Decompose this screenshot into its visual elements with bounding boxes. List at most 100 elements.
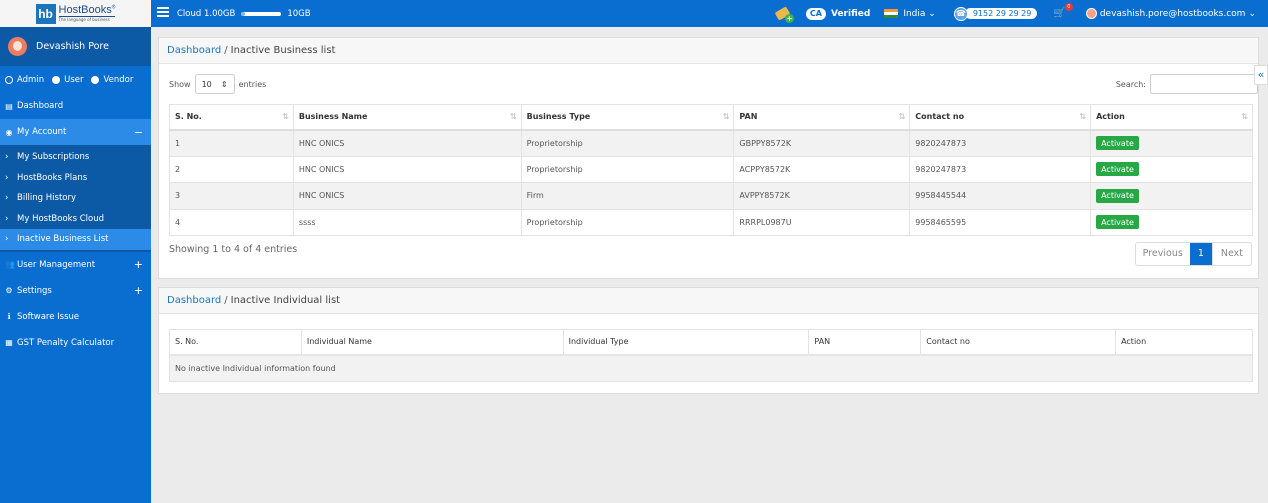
country-dropdown[interactable]: India ⌄ xyxy=(903,9,936,19)
my-account-submenu: › My Subscriptions › HostBooks Plans › Bill… xyxy=(0,145,151,252)
dashboard-icon: ▤ xyxy=(5,101,13,111)
column-header-pan[interactable]: PAN ⇅ xyxy=(733,104,911,131)
cell-pan: RRRPL0987U xyxy=(733,208,911,236)
cell-contact: 9820247873 xyxy=(909,129,1092,157)
sidebar-item-dashboard[interactable]: ▤ Dashboard xyxy=(0,93,151,119)
sidebar-item-gst-penalty-calculator[interactable]: ▦ GST Penalty Calculator xyxy=(0,330,151,356)
sidebar-item-my-subscriptions[interactable]: › My Subscriptions xyxy=(0,147,151,168)
cell-pan: ACPPY8572K xyxy=(733,155,911,183)
cell-business-name: HNC ONICS xyxy=(292,182,522,210)
cart-count-badge: 0 xyxy=(1064,3,1073,11)
user-circle-icon: ◉ xyxy=(5,127,13,137)
column-header-business-type[interactable]: Business Type ⇅ xyxy=(520,104,735,131)
previous-page-button[interactable]: Previous xyxy=(1136,243,1190,265)
user-email: devashish.pore@hostbooks.com xyxy=(1099,8,1246,19)
cell-business-name: ssss xyxy=(292,208,522,236)
role-user[interactable]: User xyxy=(52,75,83,85)
page-1-button[interactable]: 1 xyxy=(1189,243,1212,265)
radio-user[interactable] xyxy=(52,75,61,84)
chevron-down-icon: ⌄ xyxy=(1248,8,1256,19)
sidebar-item-hostbooks-plans[interactable]: › HostBooks Plans xyxy=(0,168,151,189)
inactive-individual-panel: Dashboard / Inactive Individual list S. … xyxy=(158,287,1259,394)
sidebar-item-software-issue[interactable]: ℹ Software Issue xyxy=(0,304,151,330)
cell-business-type: Proprietorship xyxy=(520,129,735,157)
cell-sno: 3 xyxy=(169,182,294,210)
sort-arrows-icon: ⇕ xyxy=(220,79,228,89)
expand-icon: + xyxy=(133,258,143,271)
sidebar-item-inactive-business-list[interactable]: › Inactive Business List xyxy=(0,229,151,250)
menu-toggle-icon[interactable] xyxy=(157,7,169,17)
breadcrumb-dashboard-link[interactable]: Dashboard xyxy=(167,45,221,56)
logo-mark: hb xyxy=(35,3,56,24)
radio-vendor[interactable] xyxy=(91,75,100,84)
role-selector: Admin User Vendor xyxy=(0,66,151,93)
column-header-business-name[interactable]: Business Name ⇅ xyxy=(292,104,522,131)
cart-icon[interactable]: 🛒 0 xyxy=(1053,3,1073,19)
column-header-action: Action xyxy=(1115,329,1253,356)
sort-icon: ⇅ xyxy=(898,112,906,121)
profile-name: Devashish Pore xyxy=(36,41,109,52)
cell-contact: 9958465595 xyxy=(909,208,1092,236)
column-header-sno: S. No. xyxy=(169,329,302,356)
cell-sno: 4 xyxy=(169,208,294,236)
activate-button[interactable]: Activate xyxy=(1096,136,1139,150)
activate-button[interactable]: Activate xyxy=(1096,215,1139,230)
sidebar-item-user-management[interactable]: 👥 User Management + xyxy=(0,252,151,278)
activate-button[interactable]: Activate xyxy=(1096,188,1139,203)
sidebar-item-billing-history[interactable]: › Billing History xyxy=(0,188,151,209)
table-row: 1 HNC ONICS Proprietorship GBPPY8572K 98… xyxy=(169,129,1253,157)
chevron-right-icon: › xyxy=(5,193,9,204)
breadcrumb-dashboard-link[interactable]: Dashboard xyxy=(167,295,221,306)
sidebar-item-settings[interactable]: ⚙ Settings + xyxy=(0,278,151,304)
top-bar: hb HostBooks® The language of business C… xyxy=(0,0,1268,27)
expand-icon: + xyxy=(133,284,143,297)
cell-business-name: HNC ONICS xyxy=(292,129,522,157)
next-page-button[interactable]: Next xyxy=(1211,243,1251,265)
empty-message: No inactive Individual information found xyxy=(169,354,1253,382)
users-icon: 👥 xyxy=(5,260,15,269)
role-admin[interactable]: Admin xyxy=(5,75,44,85)
radio-admin[interactable] xyxy=(5,75,13,84)
chevron-right-icon: › xyxy=(5,152,9,163)
column-header-action[interactable]: Action ⇅ xyxy=(1090,104,1253,131)
empty-row: No inactive Individual information found xyxy=(169,354,1253,382)
table-row: 3 HNC ONICS Firm AVPPY8572K 9958445544 A… xyxy=(169,182,1253,210)
sort-icon: ⇅ xyxy=(1079,112,1087,121)
cloud-usage-label: Cloud 1.00GB xyxy=(177,8,236,19)
cell-business-type: Proprietorship xyxy=(520,155,735,183)
chevron-down-icon: ⌄ xyxy=(928,8,936,19)
inactive-business-table: S. No. ⇅ Business Name ⇅ Business Type ⇅ PA… xyxy=(169,104,1253,236)
column-header-contact[interactable]: Contact no ⇅ xyxy=(909,104,1092,131)
phone-number: 9152 29 29 29 xyxy=(964,8,1038,19)
user-menu[interactable]: devashish.pore@hostbooks.com ⌄ xyxy=(1085,8,1256,19)
activate-button[interactable]: Activate xyxy=(1096,162,1139,177)
collapse-panel-icon[interactable]: « xyxy=(1254,65,1268,85)
column-header-individual-name: Individual Name xyxy=(300,329,564,356)
gear-icon: ⚙ xyxy=(5,286,13,295)
calculator-icon: ▦ xyxy=(5,338,13,347)
role-vendor[interactable]: Vendor xyxy=(91,75,133,85)
column-header-sno[interactable]: S. No. ⇅ xyxy=(169,104,294,131)
ca-badge: CA xyxy=(805,7,826,20)
cell-contact: 9958445544 xyxy=(909,182,1092,210)
cell-contact: 9820247873 xyxy=(909,155,1092,183)
table-info: Showing 1 to 4 of 4 entries xyxy=(169,244,298,255)
chevron-right-icon: › xyxy=(5,234,9,245)
pagination: Previous 1 Next xyxy=(1134,242,1252,266)
breadcrumb-current: Inactive Business list xyxy=(230,45,336,56)
logo[interactable]: hb HostBooks® The language of business xyxy=(0,0,151,27)
inactive-business-panel: Dashboard / Inactive Business list Show … xyxy=(158,37,1259,279)
search-box: Search: xyxy=(1116,74,1258,94)
sidebar-item-my-hostbooks-cloud[interactable]: › My HostBooks Cloud xyxy=(0,209,151,230)
chevron-right-icon: › xyxy=(5,213,9,224)
column-header-pan: PAN xyxy=(808,329,922,356)
search-input[interactable] xyxy=(1150,74,1258,94)
breadcrumb: Dashboard / Inactive Business list xyxy=(159,38,1258,64)
support-phone[interactable]: ☎ 9152 29 29 29 xyxy=(953,6,1038,21)
cell-business-name: HNC ONICS xyxy=(292,155,522,183)
sidebar-item-my-account[interactable]: ◉ My Account − xyxy=(0,119,151,145)
entries-select[interactable]: 10 ⇕ xyxy=(194,74,235,94)
main-content: Dashboard / Inactive Business list Show … xyxy=(151,27,1268,503)
verified-label: Verified xyxy=(830,8,871,19)
add-ticket-icon[interactable]: + xyxy=(774,5,794,23)
